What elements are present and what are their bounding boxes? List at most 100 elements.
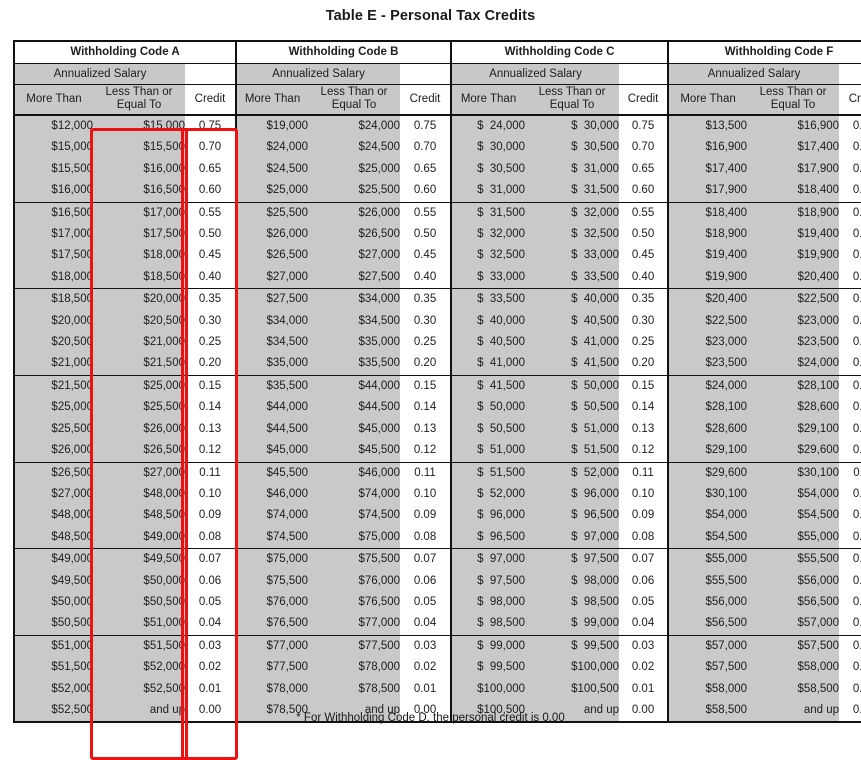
credit-cell: 0.25 bbox=[839, 332, 861, 354]
less-than-or-equal-to-cell: $27,000 bbox=[308, 245, 401, 267]
less-than-or-equal-to-cell: $ 30,000 bbox=[525, 115, 620, 138]
credit-cell: 0.12 bbox=[185, 440, 237, 463]
credit-cell: 0.55 bbox=[619, 202, 669, 225]
more-than-cell: $26,000 bbox=[14, 440, 93, 463]
credit-cell: 0.75 bbox=[185, 115, 237, 138]
less-than-or-equal-to-cell: $ 31,000 bbox=[525, 158, 620, 181]
credit-cell: 0.60 bbox=[185, 180, 237, 203]
less-than-or-equal-to-cell: $ 96,500 bbox=[525, 505, 620, 527]
more-than-cell: $ 98,000 bbox=[450, 591, 526, 614]
more-than-cell: $35,000 bbox=[235, 353, 309, 376]
less-than-or-equal-to-cell: $29,600 bbox=[747, 440, 840, 463]
table-row: $16,500 $17,000 0.55 $25,500 $26,000 0.55 $ 31… bbox=[14, 202, 861, 225]
less-than-or-equal-to-cell: $ 98,000 bbox=[525, 570, 620, 592]
annualized-salary-header: Annualized Salary bbox=[450, 63, 620, 85]
more-than-cell: $ 41,000 bbox=[450, 353, 526, 376]
less-than-or-equal-to-cell: $25,000 bbox=[93, 375, 185, 398]
more-than-cell: $74,500 bbox=[235, 526, 309, 550]
credit-cell: 0.30 bbox=[400, 310, 452, 333]
more-than-cell: $34,000 bbox=[235, 310, 309, 333]
more-than-cell: $ 40,000 bbox=[450, 310, 526, 333]
table-row: $16,000 $16,500 0.60 $25,000 $25,500 0.60 $ 31… bbox=[14, 180, 861, 203]
less-than-or-equal-to-cell: $52,000 bbox=[93, 657, 185, 679]
more-than-cell: $ 33,500 bbox=[450, 288, 526, 311]
credit-cell: 0.13 bbox=[619, 418, 669, 441]
less-than-or-equal-to-cell: $ 41,000 bbox=[525, 332, 620, 354]
table-row: $25,000 $25,500 0.14 $44,000 $44,500 0.14 $ 50… bbox=[14, 397, 861, 419]
table-row: $52,000 $52,500 0.01 $78,000 $78,500 0.01 $100… bbox=[14, 678, 861, 700]
less-than-or-equal-to-cell: $ 50,000 bbox=[525, 375, 620, 398]
credit-cell: 0.40 bbox=[619, 266, 669, 290]
credit-cell: 0.30 bbox=[185, 310, 237, 333]
more-than-cell: $20,400 bbox=[667, 288, 748, 311]
more-than-cell: $ 50,000 bbox=[450, 397, 526, 419]
table-row: $26,500 $27,000 0.11 $45,500 $46,000 0.11 $ 51… bbox=[14, 462, 861, 484]
credit-cell: 0.02 bbox=[839, 657, 861, 679]
less-than-or-equal-to-cell: $18,000 bbox=[93, 245, 185, 267]
table-row: $27,000 $48,000 0.10 $46,000 $74,000 0.10 $ 52… bbox=[14, 483, 861, 506]
less-than-or-equal-to-cell: $100,500 bbox=[525, 678, 620, 700]
credit-cell: 0.55 bbox=[185, 202, 237, 225]
less-than-or-equal-to-cell: $20,000 bbox=[93, 288, 185, 311]
credit-cell: 0.07 bbox=[185, 548, 237, 571]
footnote: * For Withholding Code D, the personal c… bbox=[296, 712, 565, 724]
more-than-cell: $ 31,000 bbox=[450, 180, 526, 203]
more-than-cell: $ 24,000 bbox=[450, 115, 526, 138]
more-than-cell: $48,000 bbox=[14, 505, 93, 527]
table-row: $50,500 $51,000 0.04 $76,500 $77,000 0.04 $ 98… bbox=[14, 613, 861, 636]
table-row: $17,500 $18,000 0.45 $26,500 $27,000 0.45 $ 32… bbox=[14, 245, 861, 267]
less-than-or-equal-to-cell: $48,500 bbox=[93, 505, 185, 527]
less-than-or-equal-to-cell: $34,000 bbox=[308, 288, 401, 311]
credit-cell: 0.40 bbox=[839, 266, 861, 290]
table-row: $20,000 $20,500 0.30 $34,000 $34,500 0.30 $ 40… bbox=[14, 310, 861, 333]
less-than-or-equal-to-cell: $15,500 bbox=[93, 137, 185, 159]
more-than-cell: $34,500 bbox=[235, 332, 309, 354]
credit-cell: 0.06 bbox=[839, 570, 861, 592]
annualized-salary-header-spacer bbox=[185, 63, 237, 85]
less-than-or-equal-to-cell: $100,000 bbox=[525, 657, 620, 679]
table-row: $17,000 $17,500 0.50 $26,000 $26,500 0.50 $ 32… bbox=[14, 224, 861, 246]
credit-cell: 0.25 bbox=[185, 332, 237, 354]
credit-cell: 0.10 bbox=[185, 483, 237, 506]
table-row: $18,500 $20,000 0.35 $27,500 $34,000 0.35 $ 33… bbox=[14, 288, 861, 311]
credit-cell: 0.50 bbox=[619, 224, 669, 246]
more-than-cell: $26,500 bbox=[14, 462, 93, 484]
more-than-cell: $77,000 bbox=[235, 635, 309, 658]
more-than-cell: $75,000 bbox=[235, 548, 309, 571]
credit-cell: 0.20 bbox=[619, 353, 669, 376]
more-than-header: More Than bbox=[667, 84, 748, 116]
annualized-salary-header-row: Annualized Salary Annualized Salary Annual… bbox=[14, 63, 861, 85]
credit-cell: 0.40 bbox=[185, 266, 237, 290]
less-than-or-equal-to-cell: $26,500 bbox=[93, 440, 185, 463]
more-than-cell: $48,500 bbox=[14, 526, 93, 550]
less-than-or-equal-to-cell: $ 98,500 bbox=[525, 591, 620, 614]
less-than-or-equal-to-cell: $20,400 bbox=[747, 266, 840, 290]
more-than-cell: $ 96,000 bbox=[450, 505, 526, 527]
more-than-cell: $ 41,500 bbox=[450, 375, 526, 398]
less-than-or-equal-to-cell: $55,500 bbox=[747, 548, 840, 571]
less-than-or-equal-to-cell: $74,500 bbox=[308, 505, 401, 527]
credit-cell: 0.03 bbox=[619, 635, 669, 658]
table-row: $25,500 $26,000 0.13 $44,500 $45,000 0.13 $ 50… bbox=[14, 418, 861, 441]
less-than-or-equal-to-cell: $45,500 bbox=[308, 440, 401, 463]
more-than-cell: $ 99,500 bbox=[450, 657, 526, 679]
more-than-cell: $18,000 bbox=[14, 266, 93, 290]
less-than-or-equal-to-cell: $ 33,000 bbox=[525, 245, 620, 267]
credit-cell: 0.13 bbox=[400, 418, 452, 441]
credit-cell: 0.10 bbox=[839, 483, 861, 506]
more-than-cell: $74,000 bbox=[235, 505, 309, 527]
less-than-or-equal-to-cell: $30,100 bbox=[747, 462, 840, 484]
credit-cell: 0.11 bbox=[185, 462, 237, 484]
less-than-or-equal-to-header: Less Than or Equal To bbox=[308, 84, 401, 116]
more-than-cell: $21,500 bbox=[14, 375, 93, 398]
credit-cell: 0.01 bbox=[185, 678, 237, 700]
more-than-cell: $ 96,500 bbox=[450, 526, 526, 550]
less-than-or-equal-to-header: Less Than or Equal To bbox=[93, 84, 185, 116]
more-than-cell: $46,000 bbox=[235, 483, 309, 506]
credit-cell: 0.07 bbox=[619, 548, 669, 571]
more-than-cell: $50,500 bbox=[14, 613, 93, 636]
credit-cell: 0.35 bbox=[619, 288, 669, 311]
more-than-header: More Than bbox=[235, 84, 309, 116]
credit-cell: 0.08 bbox=[185, 526, 237, 550]
credit-cell: 0.35 bbox=[839, 288, 861, 311]
